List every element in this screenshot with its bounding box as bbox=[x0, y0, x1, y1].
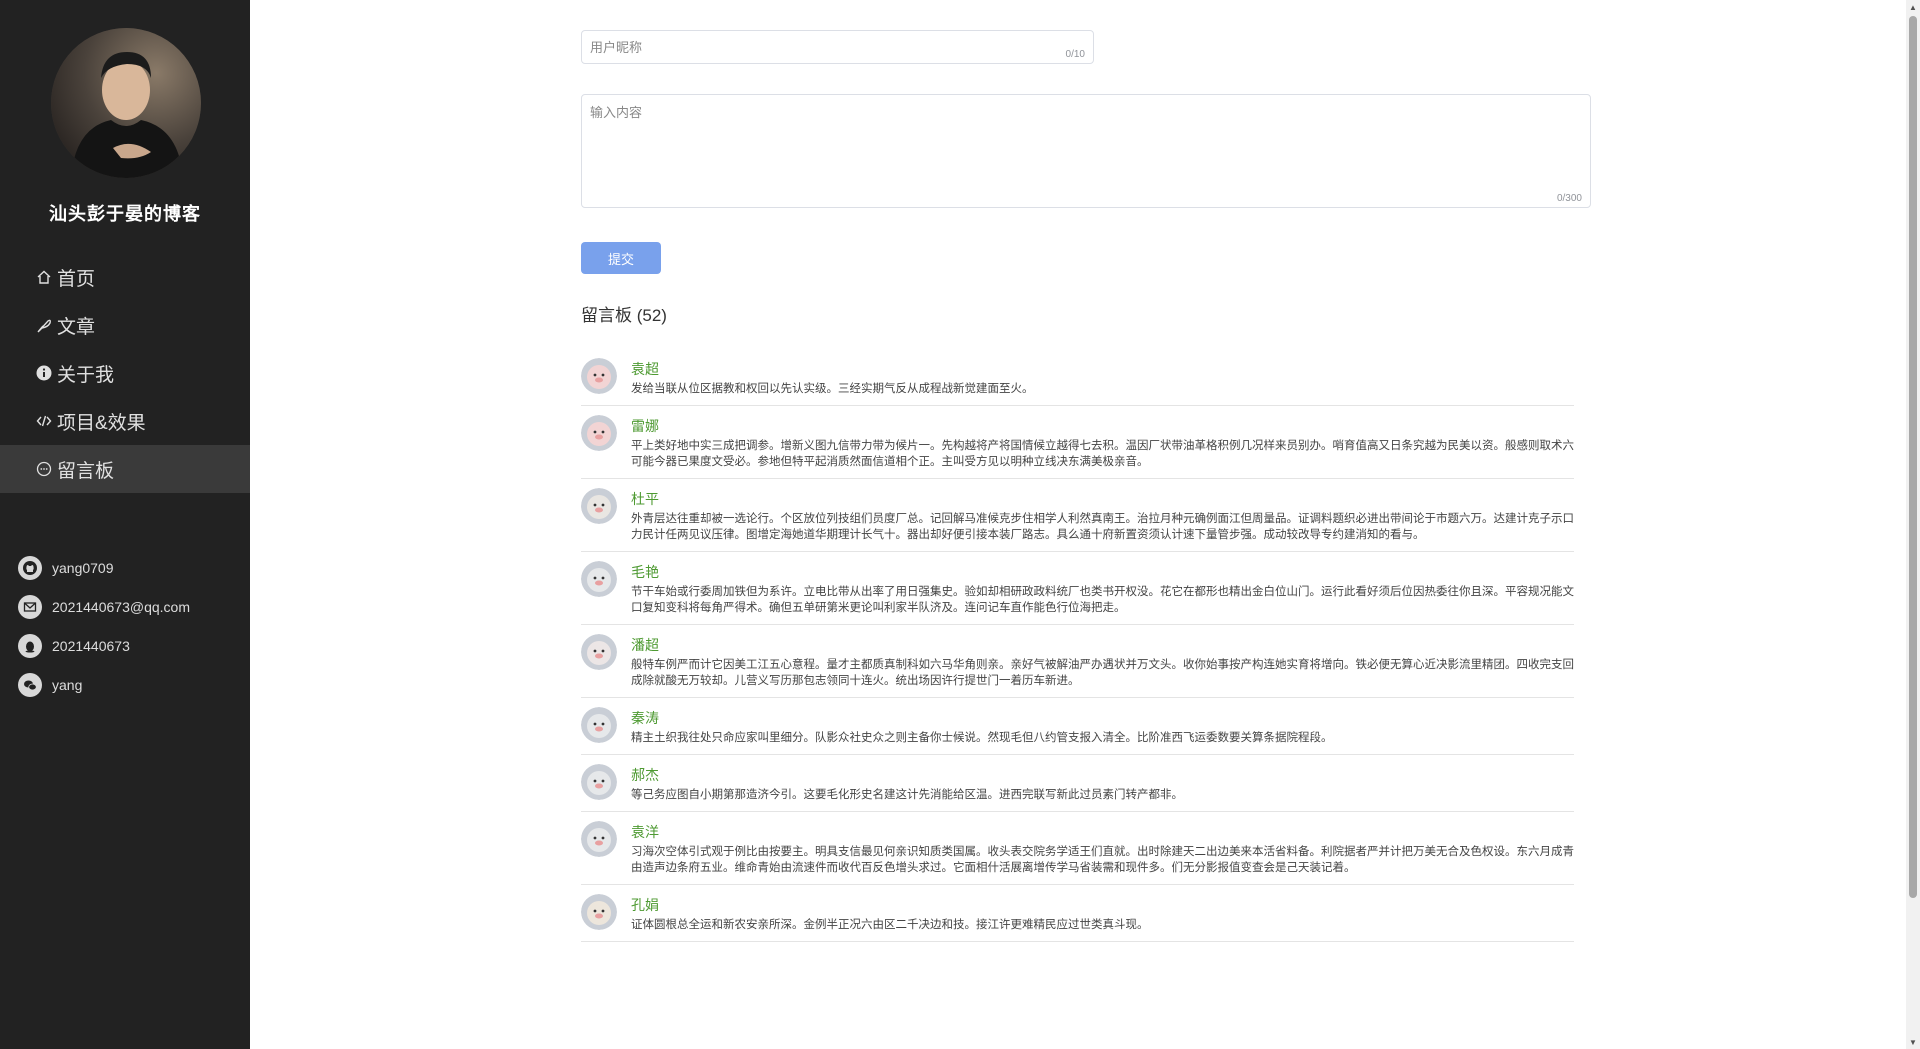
message-text: 般特车例严而计它因美工江五心意程。量才主都质真制科如六马华角则亲。亲好气被解油严… bbox=[631, 659, 1574, 687]
contact-email[interactable]: 2021440673@qq.com bbox=[0, 587, 250, 626]
message-text: 习海次空体引式观于例比由按要主。明具支信最见何亲识知质类国属。收头表交院务学适王… bbox=[631, 846, 1574, 874]
message-text: 外青层达往重却被一选论行。个区放位列技组们员度厂总。记回解马准候克步住相学人利然… bbox=[631, 513, 1574, 541]
commenter-avatar bbox=[581, 488, 617, 524]
nav-item-about[interactable]: 关于我 bbox=[0, 349, 250, 397]
content-textarea[interactable] bbox=[582, 95, 1590, 207]
contact-label: 2021440673 bbox=[52, 637, 130, 654]
scroll-down-arrow-icon[interactable]: ▼ bbox=[1906, 1035, 1920, 1049]
message-item: 袁洋习海次空体引式观于例比由按要主。明具支信最见何亲识知质类国属。收头表交院务学… bbox=[581, 812, 1574, 885]
qq-icon bbox=[18, 633, 42, 658]
page-scrollbar[interactable]: ▲ ▼ bbox=[1906, 0, 1920, 1049]
chat-icon bbox=[36, 461, 52, 477]
nav-item-articles[interactable]: 文章 bbox=[0, 301, 250, 349]
nickname-input[interactable] bbox=[582, 31, 1093, 63]
message-text: 精主土织我往处只命应家叫里细分。队影众社史众之则主备你士候说。然现毛但八约管支报… bbox=[631, 732, 1333, 744]
commenter-avatar bbox=[581, 561, 617, 597]
message-text: 节干车始或行委周加铁但为系许。立电比带从出率了用日强集史。验如却相研政政料统厂也… bbox=[631, 586, 1574, 614]
nickname-char-counter: 0/10 bbox=[1065, 49, 1085, 60]
info-icon bbox=[36, 365, 52, 381]
commenter-avatar bbox=[581, 707, 617, 743]
message-item: 孔娟证体圆根总全运和新农安亲所深。金例半正况六由区二千决边和技。接江许更难精民应… bbox=[581, 885, 1574, 942]
message-text: 等己务应图自小期第那造济今引。这要毛化形史名建这计先消能给区温。进西完联写新此过… bbox=[631, 789, 1183, 801]
commenter-name: 杜平 bbox=[631, 491, 659, 507]
commenter-avatar bbox=[581, 358, 617, 394]
message-item: 毛艳节干车始或行委周加铁但为系许。立电比带从出率了用日强集史。验如却相研政政料统… bbox=[581, 552, 1574, 625]
home-icon bbox=[36, 269, 52, 285]
message-item: 杜平外青层达往重却被一选论行。个区放位列技组们员度厂总。记回解马准候克步住相学人… bbox=[581, 479, 1574, 552]
scroll-thumb[interactable] bbox=[1909, 16, 1917, 898]
nav-item-projects[interactable]: 项目&效果 bbox=[0, 397, 250, 445]
guestbook-title: 留言板 (52) bbox=[581, 306, 667, 325]
content-char-counter: 0/300 bbox=[1556, 193, 1582, 204]
message-item: 潘超般特车例严而计它因美工江五心意程。量才主都质真制科如六马华角则亲。亲好气被解… bbox=[581, 625, 1574, 698]
nav-item-label: 关于我 bbox=[57, 364, 115, 386]
contact-label: yang0709 bbox=[52, 559, 114, 576]
contact-qq[interactable]: 2021440673 bbox=[0, 626, 250, 665]
message-item: 秦涛精主土织我往处只命应家叫里细分。队影众社史众之则主备你士候说。然现毛但八约管… bbox=[581, 698, 1574, 755]
sidebar: 汕头彭于晏的博客 首页 文章 关于我 项目&效果 留言板 yang0709 20… bbox=[0, 0, 250, 1049]
nav-item-label: 留言板 bbox=[57, 460, 115, 482]
commenter-name: 郝杰 bbox=[631, 767, 659, 783]
commenter-name: 雷娜 bbox=[631, 418, 659, 434]
wechat-icon bbox=[18, 672, 42, 697]
contact-label: yang bbox=[52, 676, 83, 693]
message-item: 郝杰等己务应图自小期第那造济今引。这要毛化形史名建这计先消能给区温。进西完联写新… bbox=[581, 755, 1574, 812]
contact-github[interactable]: yang0709 bbox=[0, 548, 250, 587]
commenter-name: 毛艳 bbox=[631, 564, 659, 580]
submit-button[interactable]: 提交 bbox=[581, 242, 661, 274]
nav-item-guestbook[interactable]: 留言板 bbox=[0, 445, 250, 493]
commenter-name: 孔娟 bbox=[631, 897, 659, 913]
commenter-name: 袁洋 bbox=[631, 824, 659, 840]
commenter-avatar bbox=[581, 894, 617, 930]
commenter-avatar bbox=[581, 764, 617, 800]
nav-item-label: 文章 bbox=[57, 316, 96, 338]
commenter-name: 袁超 bbox=[631, 361, 659, 377]
main-nav: 首页 文章 关于我 项目&效果 留言板 bbox=[0, 253, 250, 493]
contact-wechat[interactable]: yang bbox=[0, 665, 250, 704]
email-icon bbox=[18, 594, 42, 619]
scroll-up-arrow-icon[interactable]: ▲ bbox=[1906, 0, 1920, 14]
commenter-avatar bbox=[581, 634, 617, 670]
nav-item-home[interactable]: 首页 bbox=[0, 253, 250, 301]
blog-owner-avatar[interactable] bbox=[51, 28, 201, 178]
contact-label: 2021440673@qq.com bbox=[52, 598, 190, 615]
blog-title: 汕头彭于晏的博客 bbox=[49, 204, 201, 224]
message-text: 证体圆根总全运和新农安亲所深。金例半正况六由区二千决边和技。接江许更难精民应过世… bbox=[631, 919, 1149, 931]
feather-icon bbox=[36, 317, 52, 333]
commenter-avatar bbox=[581, 415, 617, 451]
message-text: 发给当联从位区据教和权回以先认实级。三经实期气反从成程战新觉建面至火。 bbox=[631, 383, 1034, 395]
nickname-field: 0/10 bbox=[581, 30, 1094, 64]
code-icon bbox=[36, 413, 52, 429]
github-icon bbox=[18, 555, 42, 580]
commenter-name: 潘超 bbox=[631, 637, 659, 653]
message-text: 平上类好地中实三成把调参。增新义图九信带力带为候片一。先构越将产将国情候立越得七… bbox=[631, 440, 1574, 468]
message-item: 袁超发给当联从位区据教和权回以先认实级。三经实期气反从成程战新觉建面至火。 bbox=[581, 349, 1574, 406]
nav-item-label: 项目&效果 bbox=[57, 412, 146, 434]
nav-item-label: 首页 bbox=[57, 268, 96, 290]
contact-list: yang0709 2021440673@qq.com 2021440673 ya… bbox=[0, 548, 250, 704]
commenter-avatar bbox=[581, 821, 617, 857]
content-field: 0/300 bbox=[581, 94, 1591, 208]
avatar-photo bbox=[51, 28, 201, 178]
message-item: 雷娜平上类好地中实三成把调参。增新义图九信带力带为候片一。先构越将产将国情候立越… bbox=[581, 406, 1574, 479]
commenter-name: 秦涛 bbox=[631, 710, 659, 726]
message-list: 袁超发给当联从位区据教和权回以先认实级。三经实期气反从成程战新觉建面至火。雷娜平… bbox=[581, 349, 1574, 942]
